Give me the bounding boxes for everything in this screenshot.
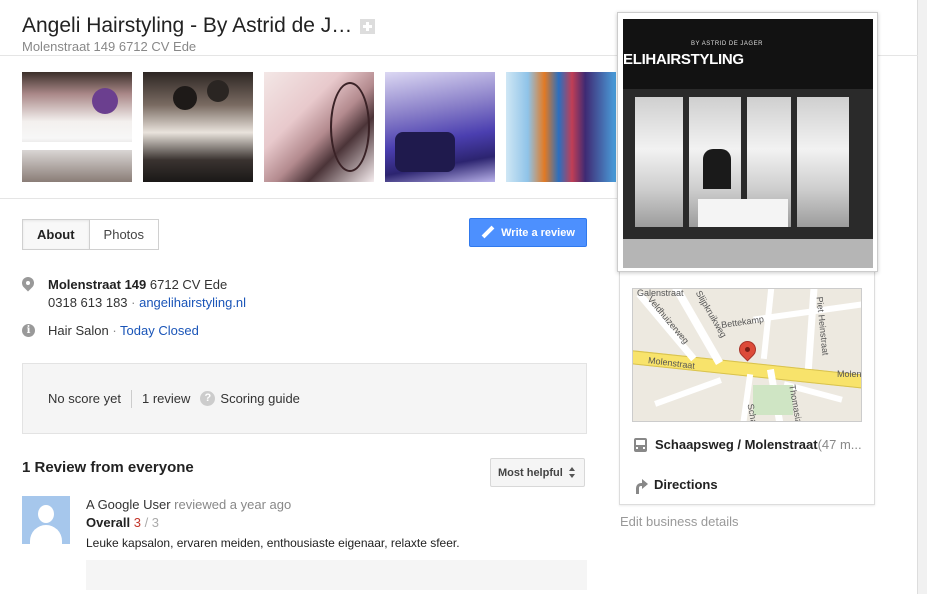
overall-max: / 3: [140, 515, 160, 530]
review-author[interactable]: A Google User: [86, 497, 171, 512]
avatar[interactable]: [22, 496, 70, 544]
tab-bar: About Photos: [22, 219, 160, 250]
opening-hours-link[interactable]: Today Closed: [120, 323, 199, 338]
review-footer: [86, 560, 587, 590]
business-category: Hair Salon: [48, 323, 109, 338]
review-count-link[interactable]: 1 review: [142, 391, 190, 406]
overall-label: Overall: [86, 515, 131, 530]
review-author-line: A Google User reviewed a year ago: [86, 497, 291, 512]
sort-arrows-icon: [568, 467, 576, 478]
place-header: Angeli Hairstyling - By Astrid de J… Mol…: [22, 14, 582, 54]
help-icon[interactable]: ?: [200, 391, 216, 406]
storefront-window: [623, 89, 873, 239]
storefront-sign: BY ASTRID DE JAGER ELIHAIRSTYLING: [623, 19, 873, 89]
photo-strip: [22, 72, 622, 182]
map-street-label: Bettekamp: [720, 314, 765, 330]
map[interactable]: Molenstraat Molen Bettekamp Slijpkruikwe…: [632, 288, 862, 422]
review-text: Leuke kapsalon, ervaren meiden, enthousi…: [86, 536, 460, 550]
section-divider: [0, 198, 618, 199]
reviews-heading: 1 Review from everyone: [22, 459, 194, 476]
photo-thumbnail[interactable]: [143, 72, 253, 182]
directions-label: Directions: [654, 477, 718, 492]
photo-thumbnail[interactable]: [264, 72, 374, 182]
transit-stop-name: Schaapsweg / Molenstraat: [655, 437, 818, 452]
transit-distance: (47 m...: [817, 437, 862, 452]
sign-subtitle: BY ASTRID DE JAGER: [691, 41, 763, 47]
map-street-label: Molen: [837, 369, 862, 379]
tab-photos[interactable]: Photos: [89, 219, 160, 250]
place-page: Angeli Hairstyling - By Astrid de J… Mol…: [0, 0, 918, 594]
photo-thumbnail[interactable]: [506, 72, 616, 182]
storefront-photo: BY ASTRID DE JAGER ELIHAIRSTYLING: [623, 19, 873, 268]
website-link[interactable]: angelihairstyling.nl: [139, 295, 246, 310]
pencil-icon: [481, 226, 495, 240]
review-rating: Overall 3 / 3: [86, 515, 159, 530]
score-box: No score yet 1 review ? Scoring guide: [22, 363, 587, 434]
location-pin-icon: [22, 277, 34, 293]
tab-about[interactable]: About: [22, 219, 90, 250]
sign-name: ELIHAIRSTYLING: [623, 51, 744, 68]
hero-photo-card[interactable]: BY ASTRID DE JAGER ELIHAIRSTYLING: [617, 12, 878, 272]
write-review-button[interactable]: Write a review: [469, 218, 587, 247]
sort-dropdown[interactable]: Most helpful: [490, 458, 585, 487]
street-address: Molenstraat 149: [48, 277, 147, 292]
follow-plus-icon[interactable]: [360, 18, 376, 34]
scoring-guide-link[interactable]: Scoring guide: [220, 391, 300, 406]
write-review-label: Write a review: [501, 226, 575, 239]
business-title: Angeli Hairstyling - By Astrid de J…: [22, 14, 353, 37]
overall-score: 3: [133, 515, 141, 530]
score-separator: [130, 389, 132, 408]
separator-dot: ·: [127, 295, 140, 310]
photo-thumbnail[interactable]: [22, 72, 132, 182]
category-row: i Hair Salon · Today Closed: [22, 322, 199, 340]
directions-link[interactable]: Directions: [634, 477, 718, 494]
separator-dot: ·: [108, 323, 121, 338]
postal-address: 6712 CV Ede: [146, 277, 228, 292]
transit-stop[interactable]: Schaapsweg / Molenstraat (47 m...: [634, 437, 870, 452]
edit-business-link[interactable]: Edit business details: [620, 514, 739, 529]
address-row: Molenstraat 149 6712 CV Ede 0318 613 183…: [22, 276, 246, 312]
phone-number: 0318 613 183: [48, 295, 128, 310]
page-gutter: [918, 0, 927, 594]
photo-thumbnail[interactable]: [385, 72, 495, 182]
bus-icon: [634, 437, 647, 452]
score-status: No score yet: [48, 391, 121, 406]
map-street-label: Galenstraat: [637, 288, 684, 298]
sort-label: Most helpful: [498, 466, 563, 479]
review-date: reviewed a year ago: [170, 497, 292, 512]
business-address: Molenstraat 149 6712 CV Ede: [22, 39, 197, 54]
info-icon: i: [22, 324, 35, 337]
directions-arrow-icon: [634, 478, 648, 494]
